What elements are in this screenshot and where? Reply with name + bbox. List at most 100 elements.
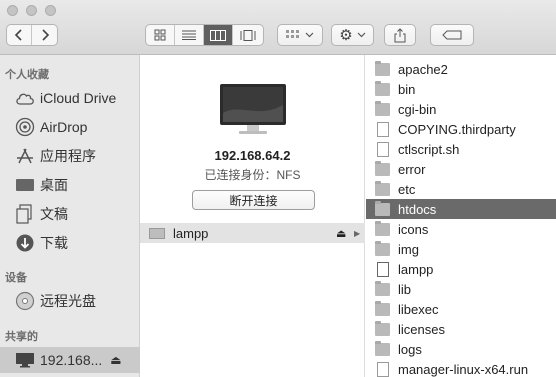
list-item[interactable]: cgi-bin — [366, 99, 556, 119]
folder-icon — [375, 200, 390, 216]
gear-icon: ⚙ — [339, 26, 353, 44]
list-item-label: libexec — [398, 301, 439, 317]
file-icon — [377, 121, 389, 137]
list-item[interactable]: bin — [366, 79, 556, 99]
sidebar-favorites-header: 个人收藏 — [5, 69, 49, 81]
sidebar-item-server[interactable]: 192.168... ⏏ — [0, 347, 140, 373]
executable-icon — [377, 261, 389, 277]
folder-icon — [375, 320, 390, 336]
gallery-view-button[interactable] — [233, 25, 262, 45]
list-icon — [182, 30, 196, 40]
action-button[interactable]: ⚙ — [331, 24, 374, 46]
share-button[interactable] — [384, 24, 416, 46]
arrange-button[interactable] — [277, 24, 323, 46]
list-item-label: lampp — [398, 261, 434, 277]
cloud-icon — [14, 87, 36, 109]
list-item[interactable]: ctlscript.sh — [366, 139, 556, 159]
list-item[interactable]: lampp — [366, 259, 556, 279]
list-item-label: manager-linux-x64.run — [398, 361, 529, 377]
sidebar-shared-header: 共享的 — [5, 331, 38, 343]
sidebar-item-documents[interactable]: 文稿 — [0, 201, 140, 227]
eject-icon[interactable]: ⏏ — [336, 227, 346, 240]
sidebar-item-airdrop[interactable]: AirDrop — [0, 114, 140, 140]
folder-icon — [375, 300, 390, 316]
eject-icon[interactable]: ⏏ — [110, 353, 121, 367]
server-display-icon — [219, 83, 287, 140]
forward-button[interactable] — [32, 25, 57, 45]
minimize-window-button[interactable] — [26, 5, 37, 16]
sidebar-item-label: 下载 — [40, 235, 68, 251]
tags-button[interactable] — [430, 24, 474, 46]
folder-icon — [375, 280, 390, 296]
list-item[interactable]: etc — [366, 179, 556, 199]
sidebar-item-label: 应用程序 — [40, 148, 96, 164]
folder-icon — [375, 80, 390, 96]
list-item-label: logs — [398, 341, 422, 357]
icon-view-button[interactable] — [146, 25, 175, 45]
list-item-lampp-mount[interactable]: lampp ⏏ ▶ — [140, 223, 365, 243]
list-item-label: img — [398, 241, 419, 257]
network-drive-icon — [149, 227, 165, 239]
gallery-icon — [240, 29, 255, 41]
chevron-left-icon — [14, 29, 22, 41]
list-item-label: cgi-bin — [398, 101, 437, 117]
zoom-window-button[interactable] — [45, 5, 56, 16]
documents-icon — [14, 203, 36, 225]
list-item[interactable]: apache2 — [366, 59, 556, 79]
view-mode-control — [145, 24, 264, 46]
list-item[interactable]: lib — [366, 279, 556, 299]
list-item[interactable]: licenses — [366, 319, 556, 339]
list-item[interactable]: libexec — [366, 299, 556, 319]
sidebar-item-label: 远程光盘 — [40, 293, 96, 309]
column-view-button[interactable] — [204, 25, 233, 45]
list-item[interactable]: img — [366, 239, 556, 259]
list-item-label: etc — [398, 181, 416, 197]
disconnect-button[interactable]: 断开连接 — [192, 190, 315, 210]
file-icon — [377, 361, 389, 377]
close-window-button[interactable] — [7, 5, 18, 16]
list-item[interactable]: manager-linux-x64.run — [366, 359, 556, 377]
folder-icon — [375, 240, 390, 256]
toolbar: ⚙ — [0, 0, 556, 55]
sidebar-devices-header: 设备 — [5, 272, 27, 284]
back-button[interactable] — [7, 25, 32, 45]
sidebar-item-desktop[interactable]: 桌面 — [0, 172, 140, 198]
arrange-grid-icon — [286, 29, 299, 38]
list-item-label: apache2 — [398, 61, 448, 77]
list-item[interactable]: htdocs — [366, 199, 556, 219]
chevron-down-icon — [305, 32, 314, 38]
list-item-label: bin — [398, 81, 416, 97]
display-icon — [14, 349, 36, 371]
sidebar: 个人收藏 iCloud Drive AirDrop 应用程序 桌面 文稿 下载 … — [0, 55, 140, 377]
list-item-label: ctlscript.sh — [398, 141, 460, 157]
sidebar-item-downloads[interactable]: 下载 — [0, 230, 140, 256]
folder-icon — [375, 60, 390, 76]
folder-icon — [375, 180, 390, 196]
chevron-down-icon — [357, 32, 366, 38]
list-item[interactable]: icons — [366, 219, 556, 239]
disc-icon — [14, 290, 36, 312]
airdrop-icon — [14, 116, 36, 138]
list-item-label: lampp — [173, 225, 209, 241]
list-item[interactable]: logs — [366, 339, 556, 359]
list-item[interactable]: error — [366, 159, 556, 179]
finder-window: ⚙ 个人收藏 iCloud Drive AirDrop 应用程序 桌面 文稿 下… — [0, 0, 556, 377]
disclosure-arrow-icon: ▶ — [354, 228, 361, 238]
tag-icon — [442, 30, 462, 40]
list-view-button[interactable] — [175, 25, 204, 45]
sidebar-item-label: 文稿 — [40, 206, 68, 222]
list-item-label: lib — [398, 281, 412, 297]
sidebar-item-applications[interactable]: 应用程序 — [0, 143, 140, 169]
server-column: 192.168.64.2 已连接身份：NFS 断开连接 lampp ⏏ ▶ — [140, 55, 365, 377]
folder-icon — [375, 220, 390, 236]
sidebar-item-remote-disc[interactable]: 远程光盘 — [0, 288, 140, 314]
list-item-label: htdocs — [398, 201, 437, 217]
folder-icon — [375, 160, 390, 176]
sidebar-item-label: iCloud Drive — [40, 90, 117, 106]
sidebar-item-icloud-drive[interactable]: iCloud Drive — [0, 85, 140, 111]
list-item-label: licenses — [398, 321, 445, 337]
chevron-right-icon — [41, 29, 49, 41]
list-item[interactable]: COPYING.thirdparty — [366, 119, 556, 139]
list-item-label: COPYING.thirdparty — [398, 121, 516, 137]
sidebar-item-label: AirDrop — [40, 119, 88, 135]
